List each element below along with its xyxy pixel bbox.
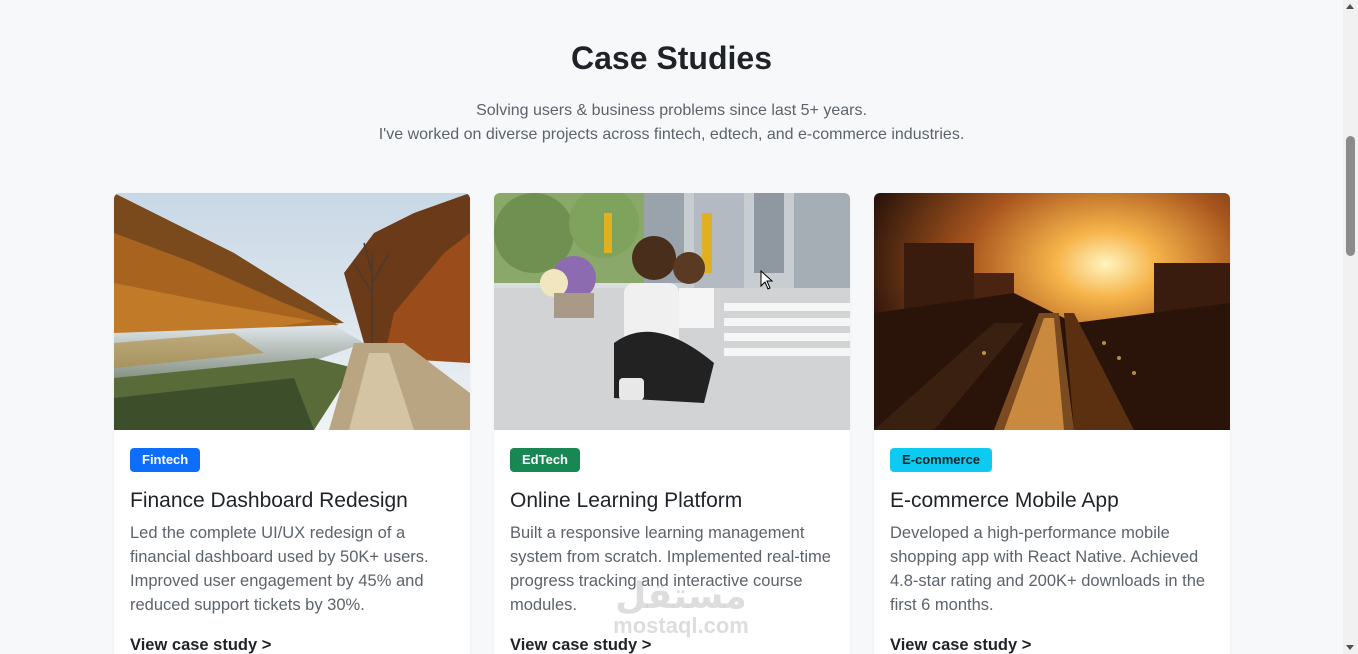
scroll-up-arrow-icon[interactable] [1346, 4, 1354, 9]
case-study-card-fintech[interactable]: Fintech Finance Dashboard Redesign Led t… [114, 193, 470, 654]
card-title: Online Learning Platform [510, 489, 743, 512]
case-study-card-edtech[interactable]: EdTech Online Learning Platform Built a … [494, 193, 850, 654]
vertical-scrollbar[interactable] [1343, 0, 1358, 654]
badge-ecommerce: E-commerce [890, 448, 993, 472]
scroll-down-arrow-icon[interactable] [1346, 645, 1354, 650]
card-title: Finance Dashboard Redesign [130, 489, 408, 512]
page-subtitle: Solving users & business problems since … [0, 99, 1343, 147]
card-description: Developed a high-performance mobile shop… [890, 524, 1206, 614]
page-title: Case Studies [571, 40, 772, 76]
card-description: Led the complete UI/UX redesign of a fin… [130, 524, 429, 614]
card-image-sunset-railway [874, 193, 1230, 430]
view-case-study-link[interactable]: View case study > [130, 636, 271, 654]
view-case-study-link[interactable]: View case study > [510, 636, 651, 654]
case-study-card-ecommerce[interactable]: E-commerce E-commerce Mobile App Develop… [874, 193, 1230, 654]
badge-fintech: Fintech [130, 448, 201, 472]
badge-edtech: EdTech [510, 448, 580, 472]
card-image-mother-child-street [494, 193, 850, 430]
view-case-study-link[interactable]: View case study > [890, 636, 1031, 654]
subtitle-line-2: I've worked on diverse projects across f… [378, 126, 965, 143]
subtitle-line-1: Solving users & business problems since … [476, 102, 867, 119]
case-studies-section: Case Studies Solving users & business pr… [0, 0, 1343, 654]
card-description: Built a responsive learning management s… [510, 524, 831, 614]
mouse-cursor-icon [760, 270, 774, 290]
card-image-autumn-lake [114, 193, 470, 430]
scrollbar-thumb[interactable] [1346, 136, 1355, 256]
card-title: E-commerce Mobile App [890, 489, 1119, 512]
